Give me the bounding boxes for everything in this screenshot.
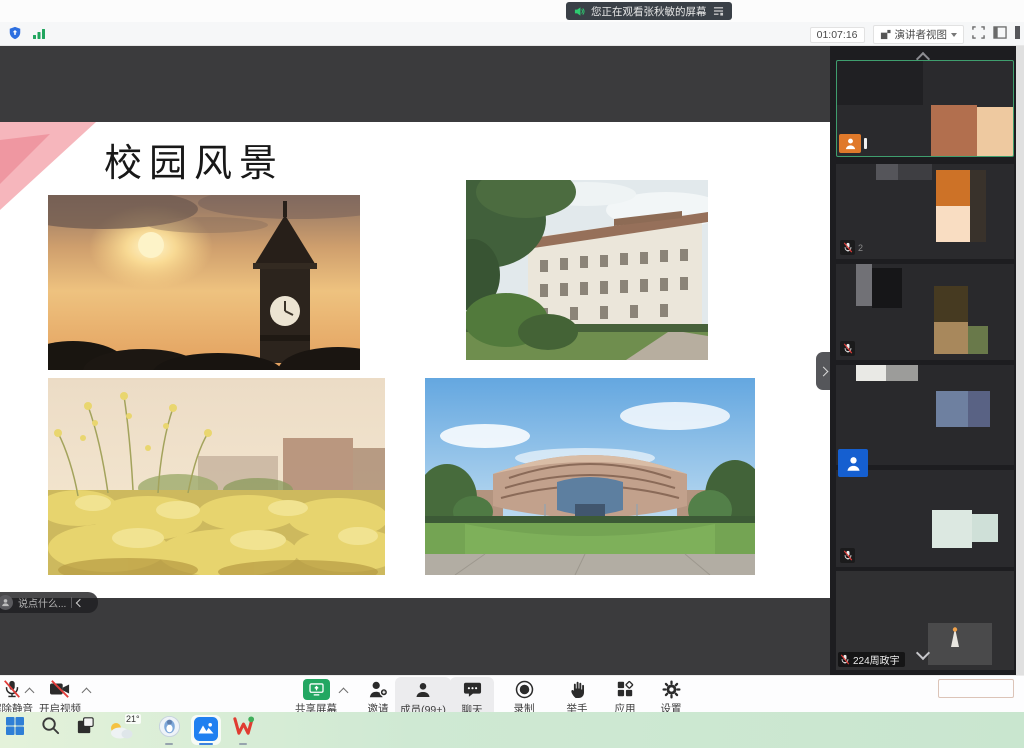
shared-screen-area: 校园风景 xyxy=(0,46,830,675)
speaking-level-bar xyxy=(864,138,867,149)
meeting-window-toolbar: 01:07:16 演讲者视图 xyxy=(0,22,1024,46)
mic-muted-icon xyxy=(2,679,22,699)
mic-muted-icon xyxy=(840,654,850,665)
apps-grid-icon xyxy=(616,679,634,699)
desktop-top-strip: 您正在观看张秋敏的屏幕 xyxy=(0,0,1024,22)
participant-name-partial: 2 xyxy=(858,243,863,253)
photo-clock-tower-sunset xyxy=(48,195,360,370)
camera-off-icon xyxy=(49,679,71,699)
task-view-icon[interactable] xyxy=(72,715,98,745)
avatar-person-badge-icon xyxy=(838,449,868,477)
start-button[interactable] xyxy=(2,715,28,745)
desktop-edge-strip xyxy=(1016,46,1024,675)
photo-campus-building xyxy=(466,180,708,360)
participant-video-active-speaker[interactable] xyxy=(836,60,1014,157)
participant-video[interactable] xyxy=(836,365,1014,465)
participant-video[interactable] xyxy=(836,470,1014,567)
members-person-icon xyxy=(414,680,432,700)
presentation-slide: 校园风景 xyxy=(0,122,830,598)
circular-app-icon[interactable] xyxy=(156,715,182,745)
slide-title: 校园风景 xyxy=(104,132,284,187)
running-indicator xyxy=(239,743,247,746)
windows-taskbar: 21° xyxy=(0,712,1024,748)
share-screen-icon xyxy=(303,679,330,699)
mic-muted-icon xyxy=(840,341,855,356)
chevron-right-icon xyxy=(818,366,828,376)
start-video-button[interactable]: 开启视频 xyxy=(32,679,88,716)
search-icon[interactable] xyxy=(37,715,63,745)
share-screen-button[interactable]: 共享屏幕 xyxy=(288,679,344,716)
security-shield-icon[interactable] xyxy=(8,26,22,45)
tower-photo-shape xyxy=(948,627,962,647)
photo-flower-field xyxy=(48,378,385,575)
running-indicator xyxy=(165,743,173,746)
partial-edge-icon xyxy=(1015,26,1020,44)
chevron-left-icon[interactable] xyxy=(76,598,84,606)
watching-banner: 您正在观看张秋敏的屏幕 xyxy=(566,2,732,20)
sidebar-collapse-handle[interactable] xyxy=(816,352,830,390)
chat-quick-placeholder: 说点什么... xyxy=(18,595,66,610)
running-indicator-active xyxy=(199,743,213,746)
mic-muted-icon xyxy=(840,548,855,563)
record-button[interactable]: 录制 xyxy=(496,679,552,716)
participant-video[interactable]: 2 xyxy=(836,164,1014,259)
chat-quick-input[interactable]: 说点什么... xyxy=(0,592,98,613)
raise-hand-icon xyxy=(569,679,586,699)
participant-name: 224周政宇 xyxy=(853,652,900,667)
view-mode-selector[interactable]: 演讲者视图 xyxy=(873,25,965,44)
weather-widget[interactable]: 21° xyxy=(107,715,147,745)
speaking-person-badge-icon xyxy=(839,134,861,153)
meeting-bottom-toolbar: 解除静音 开启视频 共享屏幕 邀请 成员(99+) 聊天 xyxy=(0,675,1024,712)
speaker-view-icon xyxy=(880,29,891,40)
meeting-duration: 01:07:16 xyxy=(810,27,865,43)
side-panel-toggle-icon[interactable] xyxy=(993,26,1007,44)
chevron-down-icon xyxy=(951,33,957,37)
participant-name-tag: 224周政宇 xyxy=(838,652,905,667)
view-mode-label: 演讲者视图 xyxy=(895,27,948,42)
watching-banner-text: 您正在观看张秋敏的屏幕 xyxy=(591,4,707,19)
settings-button[interactable]: 设置 xyxy=(643,679,699,716)
chat-bubble-icon xyxy=(463,680,482,700)
banner-menu-icon[interactable] xyxy=(713,6,724,16)
gear-icon xyxy=(662,679,681,699)
participant-video[interactable] xyxy=(836,264,1014,360)
audio-speaker-icon xyxy=(574,6,585,17)
chat-avatar-icon xyxy=(0,595,13,610)
tencent-meeting-app-icon[interactable] xyxy=(191,715,221,745)
end-meeting-button-outline[interactable] xyxy=(938,679,1014,698)
photo-round-building xyxy=(425,378,755,575)
invite-person-icon xyxy=(368,679,388,699)
fullscreen-icon[interactable] xyxy=(972,26,985,44)
quickbar-divider xyxy=(71,597,72,608)
participants-sidebar: 2 224周政宇 xyxy=(830,46,1016,675)
weather-temperature: 21° xyxy=(125,714,141,724)
wps-office-app-icon[interactable] xyxy=(230,715,256,745)
network-signal-icon[interactable] xyxy=(32,27,46,45)
mic-muted-icon xyxy=(840,240,855,255)
record-icon xyxy=(515,679,534,699)
